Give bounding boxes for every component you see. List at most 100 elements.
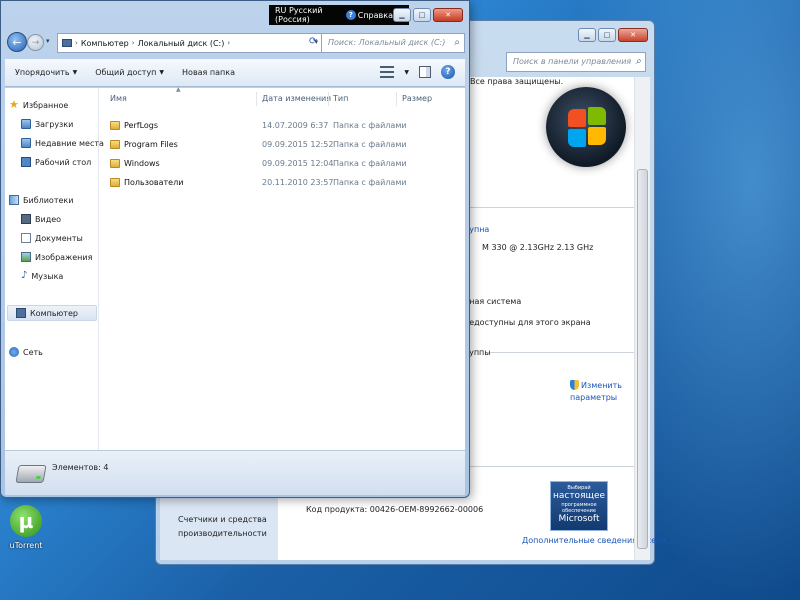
details-pane: Элементов: 4 xyxy=(5,450,465,495)
control-panel-search-input[interactable]: Поиск в панели управления ⌕ xyxy=(506,52,646,72)
sort-ascending-icon: ▲ xyxy=(176,86,181,93)
copyright-text: Все права защищены. xyxy=(470,77,564,86)
organize-label: Упорядочить xyxy=(15,68,70,77)
help-button[interactable]: ? xyxy=(441,65,455,79)
breadcrumb-separator[interactable]: › xyxy=(227,39,230,47)
nav-label: Сеть xyxy=(23,347,43,357)
command-bar: Упорядочить ▼ Общий доступ ▼ Новая папка ▼… xyxy=(5,59,465,87)
explorer-window: RU Русский (Россия) ? Справка ▾ ▁ □ ✕ ← … xyxy=(0,0,470,498)
utorrent-icon: µ xyxy=(10,505,42,537)
nav-documents[interactable]: Документы xyxy=(21,230,83,246)
nav-label: Библиотеки xyxy=(23,195,74,205)
search-input[interactable]: Поиск: Локальный диск (C:) ⌕ xyxy=(321,33,465,53)
maximize-button[interactable]: □ xyxy=(598,28,616,42)
file-row[interactable]: Program Files 09.09.2015 12:52 Папка с ф… xyxy=(100,136,465,154)
nav-network[interactable]: Сеть xyxy=(9,344,43,360)
star-icon: ★ xyxy=(9,98,19,111)
nav-label: Компьютер xyxy=(30,308,78,318)
file-row[interactable]: PerfLogs 14.07.2009 6:37 Папка с файлами xyxy=(100,117,465,135)
item-count: Элементов: 4 xyxy=(52,463,109,472)
nav-downloads[interactable]: Загрузки xyxy=(21,116,73,132)
share-button[interactable]: Общий доступ ▼ xyxy=(95,68,164,77)
vertical-scrollbar[interactable] xyxy=(634,77,650,560)
nav-favorites[interactable]: ★ Избранное xyxy=(9,97,68,113)
column-resize-handle[interactable] xyxy=(328,92,329,106)
language-indicator[interactable]: RU Русский (Россия) xyxy=(275,6,340,24)
minimize-button[interactable]: ▁ xyxy=(393,8,411,22)
column-resize-handle[interactable] xyxy=(256,92,257,106)
file-name: Windows xyxy=(124,159,160,168)
images-icon xyxy=(21,252,31,262)
preview-pane-icon[interactable] xyxy=(419,66,431,78)
view-dropdown-icon[interactable]: ▼ xyxy=(404,69,409,76)
share-label: Общий доступ xyxy=(95,68,157,77)
help-icon: ? xyxy=(345,10,356,20)
breadcrumb-computer[interactable]: Компьютер xyxy=(81,39,129,48)
nav-computer[interactable]: Компьютер xyxy=(7,305,97,321)
file-name: PerfLogs xyxy=(124,121,159,130)
column-header-name[interactable]: Имя xyxy=(110,94,127,103)
recent-pages-dropdown[interactable]: ▾ xyxy=(46,37,50,45)
breadcrumb-separator[interactable]: › xyxy=(132,39,135,47)
recent-places-icon xyxy=(21,138,31,148)
nav-label: Изображения xyxy=(35,252,93,262)
genuine-microsoft-badge[interactable]: Выбирай настоящее программное обеспечени… xyxy=(550,481,608,531)
file-type: Папка с файлами xyxy=(333,140,407,149)
file-date: 09.09.2015 12:04 xyxy=(262,159,334,168)
view-options-icon[interactable] xyxy=(380,66,395,78)
performance-link[interactable]: Счетчики и средства производительности xyxy=(178,513,267,541)
desktop-icon-utorrent[interactable]: µ uTorrent xyxy=(2,505,50,550)
computer-icon xyxy=(16,308,26,318)
search-icon[interactable]: ⌕ xyxy=(635,56,641,67)
column-label: Дата изменения xyxy=(262,94,332,103)
music-icon: ♪ xyxy=(21,270,28,281)
file-row[interactable]: Windows 09.09.2015 12:04 Папка с файлами xyxy=(100,155,465,173)
folder-icon xyxy=(110,159,120,168)
address-bar[interactable]: › Компьютер › Локальный диск (C:) › ▾ xyxy=(57,33,323,53)
change-settings-link[interactable]: Изменить параметры xyxy=(570,368,622,404)
refresh-icon[interactable]: ⟳ xyxy=(309,36,317,47)
close-button[interactable]: ✕ xyxy=(433,8,463,22)
forward-button[interactable]: → xyxy=(27,34,44,51)
nav-desktop[interactable]: Рабочий стол xyxy=(21,154,91,170)
search-placeholder: Поиск в панели управления xyxy=(513,57,632,66)
column-header-size[interactable]: Размер xyxy=(402,94,432,103)
nav-video[interactable]: Видео xyxy=(21,211,61,227)
nav-libraries[interactable]: Библиотеки xyxy=(9,192,73,208)
breadcrumb-separator[interactable]: › xyxy=(75,39,78,47)
more-info-link[interactable]: Дополнительные сведения в сети... xyxy=(522,536,674,545)
product-key-text: Код продукта: 00426-OEM-8992662-00006 xyxy=(306,505,484,514)
file-date: 20.11.2010 23:57 xyxy=(262,178,334,187)
minimize-button[interactable]: ▁ xyxy=(578,28,596,42)
toolbar-right: ▼ ? xyxy=(380,65,455,79)
folder-icon xyxy=(110,178,120,187)
search-icon[interactable]: ⌕ xyxy=(454,37,460,48)
chevron-down-icon: ▼ xyxy=(72,69,78,76)
close-button[interactable]: ✕ xyxy=(618,28,648,42)
maximize-button[interactable]: □ xyxy=(413,8,431,22)
genuine-line4: Microsoft xyxy=(558,514,600,524)
nav-label: Музыка xyxy=(31,271,64,281)
nav-recent-places[interactable]: Недавние места xyxy=(21,135,104,151)
language-bar[interactable]: RU Русский (Россия) ? Справка ▾ xyxy=(269,5,409,25)
scrollbar-thumb[interactable] xyxy=(637,169,648,549)
processor-value: M 330 @ 2.13GHz 2.13 GHz xyxy=(482,243,594,252)
breadcrumb-local-disk[interactable]: Локальный диск (C:) xyxy=(138,39,225,48)
new-folder-button[interactable]: Новая папка xyxy=(182,68,235,77)
nav-music[interactable]: ♪ Музыка xyxy=(21,268,63,284)
column-header-date[interactable]: Дата изменения xyxy=(262,94,331,103)
language-help[interactable]: ? Справка xyxy=(345,10,393,20)
file-row[interactable]: Пользователи 20.11.2010 23:57 Папка с фа… xyxy=(100,174,465,192)
file-list: Имя ▲ Дата изменения Тип Размер PerfLogs… xyxy=(100,86,465,450)
column-resize-handle[interactable] xyxy=(396,92,397,106)
file-name: Пользователи xyxy=(124,178,184,187)
nav-label: Недавние места xyxy=(35,138,104,148)
organize-button[interactable]: Упорядочить ▼ xyxy=(15,68,77,77)
column-header-type[interactable]: Тип xyxy=(333,94,348,103)
documents-icon xyxy=(21,233,31,243)
hard-drive-icon xyxy=(15,465,47,483)
file-name: Program Files xyxy=(124,140,178,149)
back-button[interactable]: ← xyxy=(7,32,27,52)
nav-images[interactable]: Изображения xyxy=(21,249,92,265)
nav-label: Избранное xyxy=(22,100,69,110)
